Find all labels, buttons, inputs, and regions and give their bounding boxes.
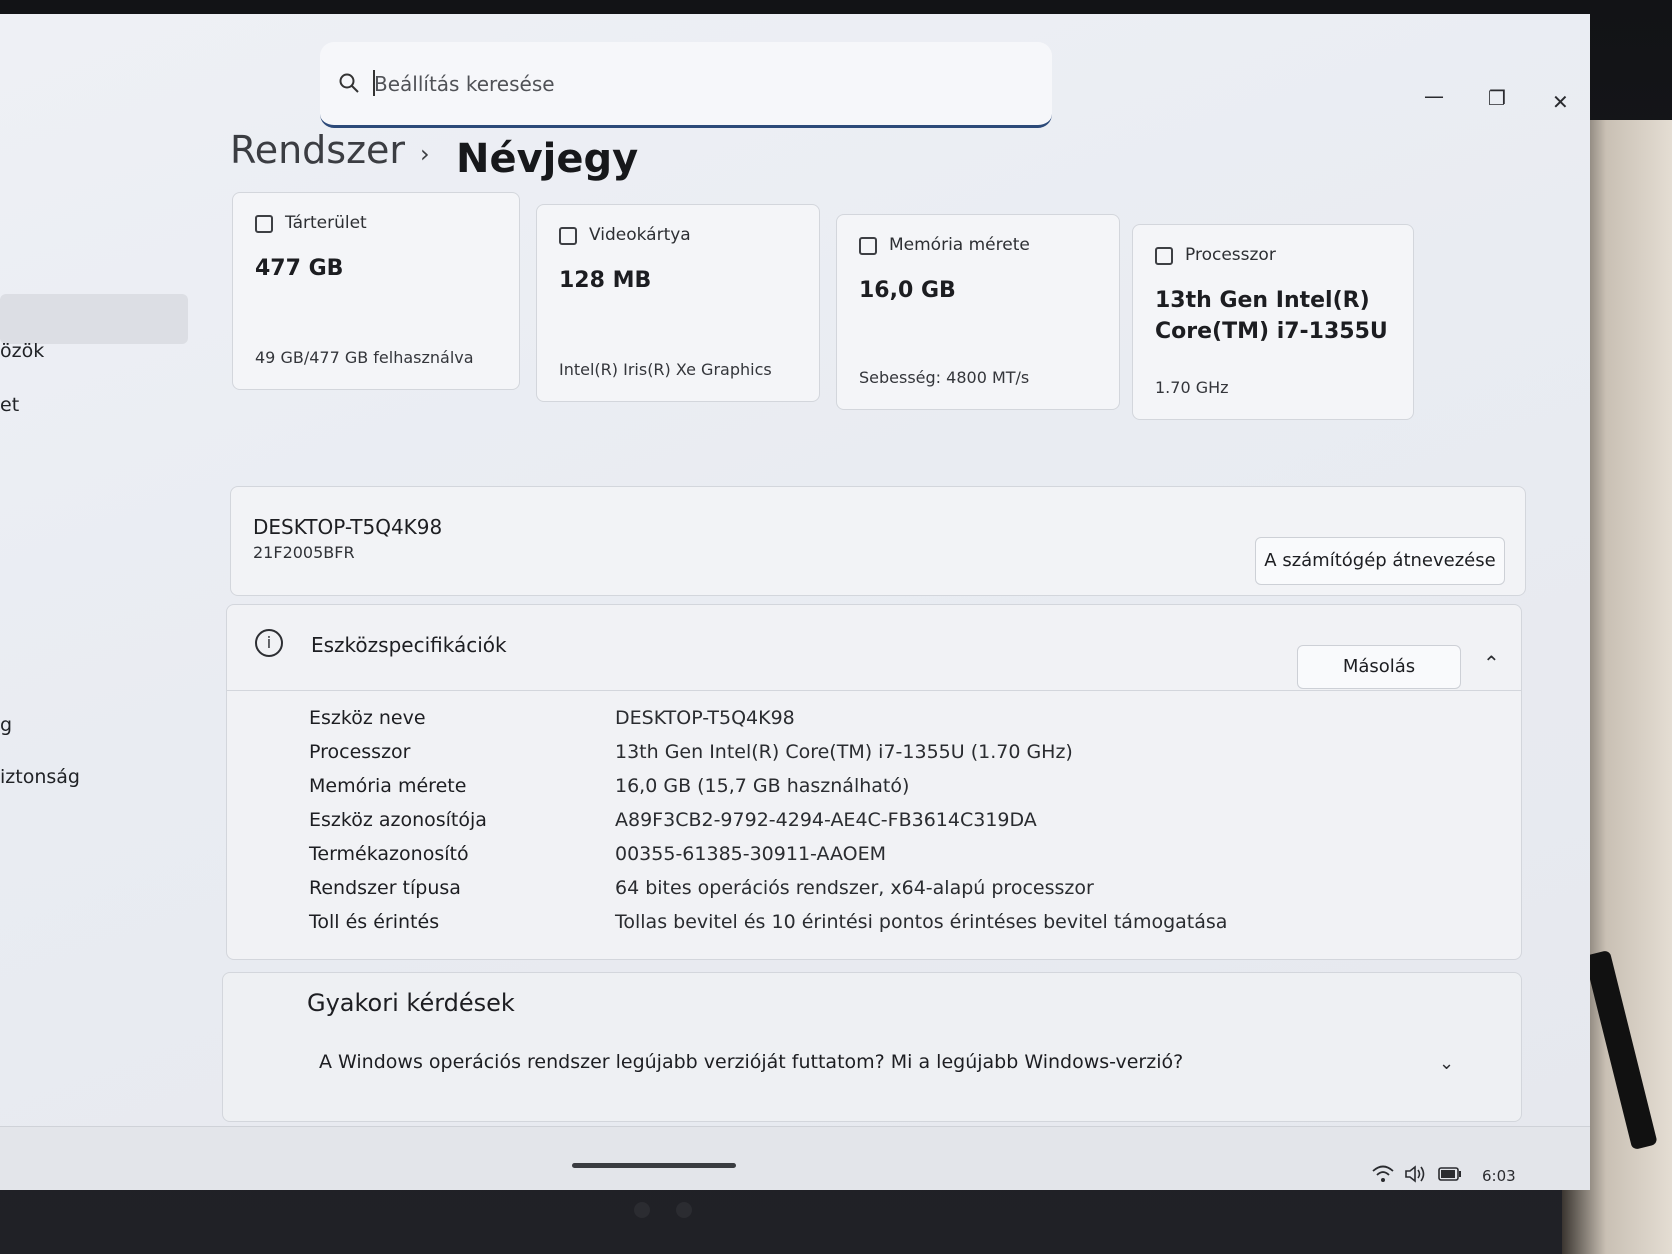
storage-card[interactable]: Tárterület 477 GB 49 GB/477 GB felhaszná… (232, 192, 520, 390)
volume-icon[interactable] (1404, 1165, 1428, 1183)
sidebar-item-security[interactable]: iztonság (0, 766, 80, 788)
spec-key: Termékazonosító (309, 843, 469, 865)
gpu-card[interactable]: Videokártya 128 MB Intel(R) Iris(R) Xe G… (536, 204, 820, 402)
spec-key: Eszköz azonosítója (309, 809, 487, 831)
memory-card[interactable]: Memória mérete 16,0 GB Sebesség: 4800 MT… (836, 214, 1120, 410)
card-value: 13th Gen Intel(R) Core(TM) i7-1355U (1155, 288, 1388, 344)
sidebar-item-network[interactable]: et (0, 394, 19, 416)
sidebar: özök et g iztonság (0, 14, 200, 1124)
card-title: Tárterület (285, 213, 367, 233)
device-specs-panel: i Eszközspecifikációk Másolás ⌃ Eszköz n… (226, 604, 1522, 960)
sidebar-item-gaming[interactable]: g (0, 714, 12, 736)
close-button[interactable]: ✕ (1552, 90, 1569, 114)
minimize-button[interactable]: — (1424, 84, 1444, 108)
spec-value: 00355-61385-30911-AAOEM (615, 843, 887, 865)
spec-value: 64 bites operációs rendszer, x64-alapú p… (615, 877, 1094, 899)
faq-panel: Gyakori kérdések A Windows operációs ren… (222, 972, 1522, 1122)
search-box[interactable]: Beállítás keresése (320, 42, 1052, 128)
processor-card[interactable]: Processzor 13th Gen Intel(R) Core(TM) i7… (1132, 224, 1414, 420)
faq-title: Gyakori kérdések (307, 989, 515, 1017)
spec-key: Memória mérete (309, 775, 467, 797)
chevron-down-icon[interactable]: ⌄ (1439, 1053, 1454, 1074)
device-name-panel: DESKTOP-T5Q4K98 21F2005BFR A számítógép … (230, 486, 1526, 596)
specs-title: Eszközspecifikációk (311, 633, 507, 657)
cpu-icon (1155, 247, 1173, 265)
spec-key: Eszköz neve (309, 707, 426, 729)
spec-value: A89F3CB2-9792-4294-AE4C-FB3614C319DA (615, 809, 1037, 831)
device-name: DESKTOP-T5Q4K98 (253, 515, 443, 539)
search-icon (339, 73, 359, 93)
battery-icon[interactable] (1438, 1167, 1462, 1181)
rename-pc-button[interactable]: A számítógép átnevezése (1255, 537, 1505, 585)
chevron-up-icon[interactable]: ⌃ (1483, 651, 1500, 675)
copy-button[interactable]: Másolás (1297, 645, 1461, 689)
memory-icon (859, 237, 877, 255)
spec-value: 13th Gen Intel(R) Core(TM) i7-1355U (1.7… (615, 741, 1073, 763)
spec-key: Processzor (309, 741, 411, 763)
search-placeholder: Beállítás keresése (374, 72, 555, 96)
device-model: 21F2005BFR (253, 543, 355, 562)
wifi-icon[interactable] (1372, 1165, 1394, 1183)
taskbar-handle[interactable] (572, 1163, 736, 1168)
breadcrumb-parent[interactable]: Rendszer (230, 128, 405, 172)
card-title: Videokártya (589, 225, 691, 245)
camera-lens (634, 1202, 650, 1218)
card-value: 128 MB (559, 268, 652, 293)
gpu-icon (559, 227, 577, 245)
page-title: Névjegy (456, 136, 639, 182)
card-value: 16,0 GB (859, 278, 956, 303)
maximize-button[interactable]: ❐ (1488, 86, 1506, 110)
info-icon: i (255, 629, 283, 657)
breadcrumb-chevron-icon: › (420, 140, 430, 168)
storage-icon (255, 215, 273, 233)
card-value: 477 GB (255, 256, 344, 281)
specs-header[interactable]: i Eszközspecifikációk Másolás ⌃ (227, 605, 1521, 691)
faq-question[interactable]: A Windows operációs rendszer legújabb ve… (319, 1051, 1183, 1073)
spec-key: Toll és érintés (309, 911, 440, 933)
card-title: Processzor (1185, 245, 1276, 265)
camera-sensor (676, 1202, 692, 1218)
spec-value: DESKTOP-T5Q4K98 (615, 707, 795, 729)
clock[interactable]: 6:03 (1482, 1167, 1516, 1185)
settings-window: özök et g iztonság Beállítás keresése — … (0, 14, 1590, 1190)
taskbar: 6:03 (0, 1126, 1590, 1190)
sidebar-selected-item[interactable] (0, 294, 188, 344)
card-subtitle: 49 GB/477 GB felhasználva (255, 348, 474, 367)
card-subtitle: Sebesség: 4800 MT/s (859, 368, 1030, 387)
spec-key: Rendszer típusa (309, 877, 461, 899)
card-subtitle: 1.70 GHz (1155, 378, 1229, 397)
sidebar-item-devices[interactable]: özök (0, 340, 44, 362)
spec-value: Tollas bevitel és 10 érintési pontos éri… (615, 911, 1228, 933)
spec-value: 16,0 GB (15,7 GB használható) (615, 775, 910, 797)
card-subtitle: Intel(R) Iris(R) Xe Graphics (559, 360, 772, 379)
card-title: Memória mérete (889, 235, 1030, 255)
